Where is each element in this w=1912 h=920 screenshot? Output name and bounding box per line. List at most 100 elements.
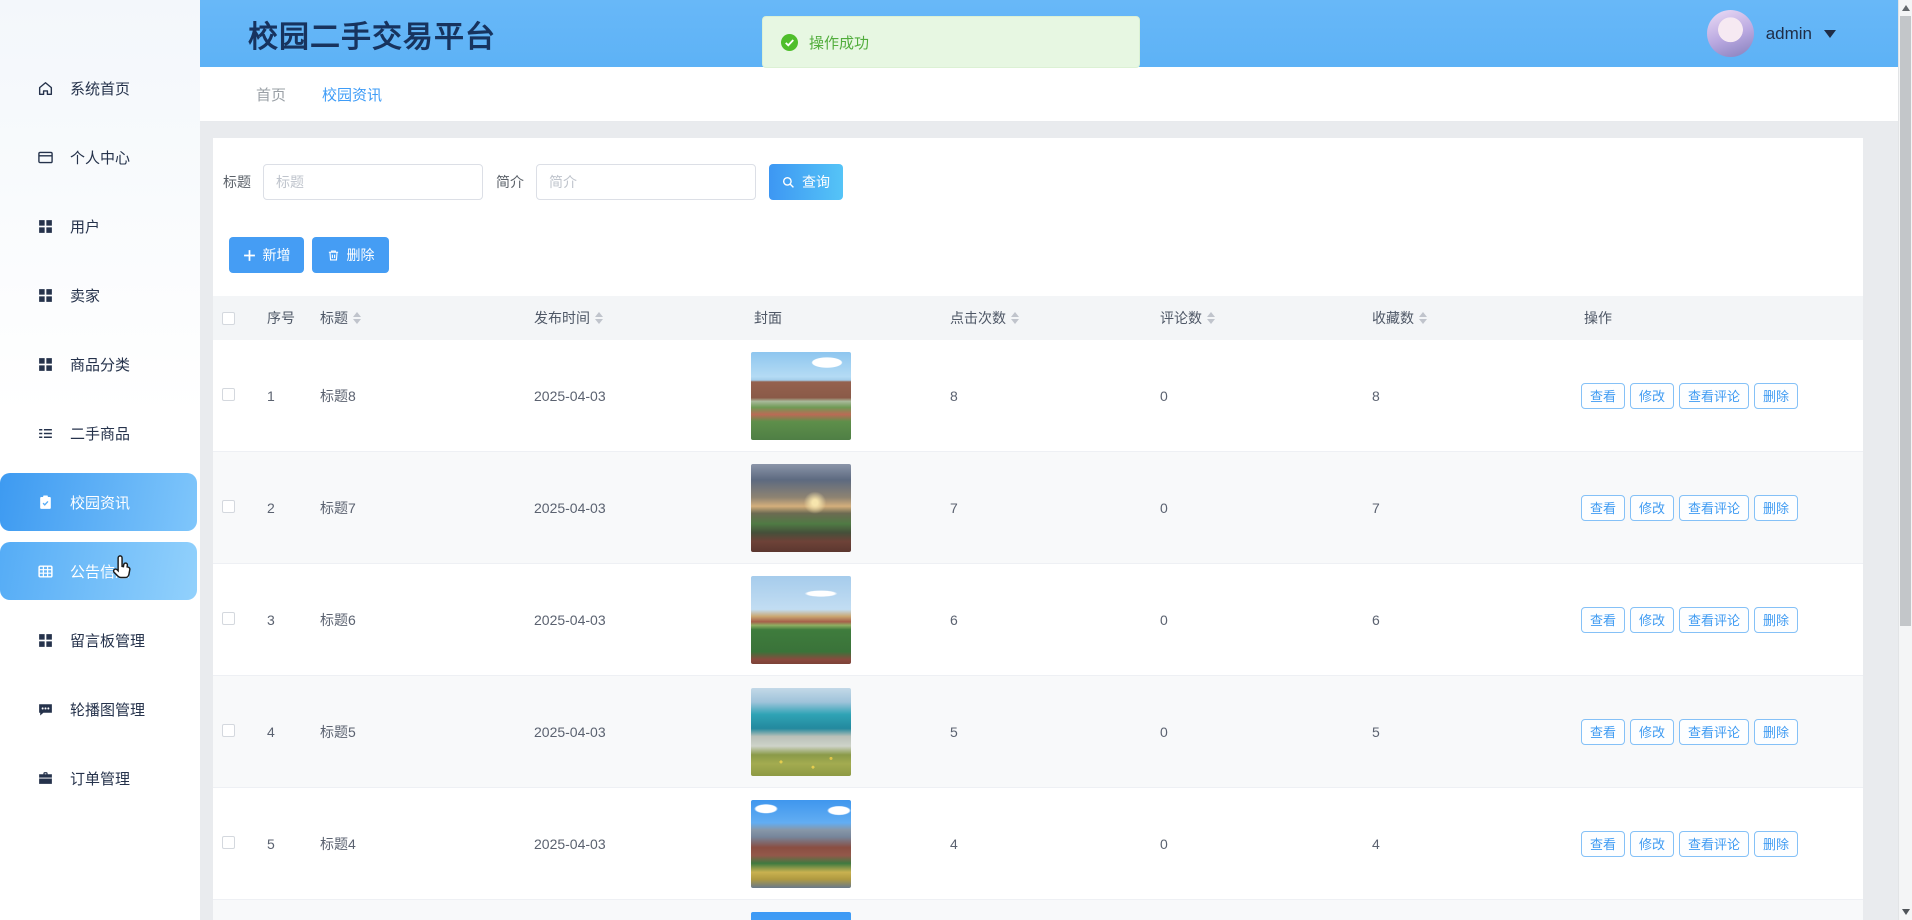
sidebar-item-label: 留言板管理 [70, 630, 145, 651]
view-button[interactable]: 查看 [1581, 719, 1625, 745]
sort-toggle[interactable] [595, 312, 603, 324]
success-toast: 操作成功 [762, 16, 1140, 68]
view-comments-button[interactable]: 查看评论 [1679, 607, 1749, 633]
view-comments-button[interactable]: 查看评论 [1679, 495, 1749, 521]
column-header-title: 标题 [320, 308, 348, 328]
view-comments-button[interactable]: 查看评论 [1679, 383, 1749, 409]
add-button-label: 新增 [263, 245, 291, 265]
delete-button[interactable]: 删除 [312, 237, 389, 273]
delete-row-button[interactable]: 删除 [1754, 831, 1798, 857]
sidebar-item-label: 商品分类 [70, 354, 130, 375]
view-comments-button[interactable]: 查看评论 [1679, 719, 1749, 745]
title-field-label: 标题 [223, 172, 251, 192]
cell-clicks: 7 [947, 500, 1157, 516]
cell-title: 标题4 [317, 834, 531, 854]
sidebar-item-label: 订单管理 [70, 768, 130, 789]
sidebar-item-product-category[interactable]: 商品分类 [0, 335, 197, 393]
cell-favorites: 5 [1369, 724, 1581, 740]
sidebar-item-secondhand-goods[interactable]: 二手商品 [0, 404, 197, 462]
sidebar-item-carousel-management[interactable]: 轮播图管理 [0, 680, 197, 738]
sidebar-item-message-board[interactable]: 留言板管理 [0, 611, 197, 669]
view-button[interactable]: 查看 [1581, 383, 1625, 409]
cell-index: 2 [257, 500, 317, 516]
sidebar-item-order-management[interactable]: 订单管理 [0, 749, 197, 807]
cell-title: 标题8 [317, 386, 531, 406]
cell-index: 5 [257, 836, 317, 852]
column-header-actions: 操作 [1581, 308, 1855, 328]
row-checkbox[interactable] [222, 388, 235, 401]
list-icon [37, 425, 54, 442]
briefcase-icon [37, 770, 54, 787]
scroll-up-arrow-icon[interactable] [1902, 5, 1910, 11]
delete-row-button[interactable]: 删除 [1754, 495, 1798, 521]
sort-toggle[interactable] [353, 312, 361, 324]
sidebar-item-personal-center[interactable]: 个人中心 [0, 128, 197, 186]
intro-field-label: 简介 [496, 172, 524, 192]
cover-image [751, 912, 851, 920]
table-toolbar: 新增 删除 [229, 237, 389, 273]
column-header-index: 序号 [257, 308, 317, 328]
grid-icon [37, 632, 54, 649]
cell-favorites: 6 [1369, 612, 1581, 628]
column-header-date: 发布时间 [534, 308, 590, 328]
sort-toggle[interactable] [1207, 312, 1215, 324]
cell-comments: 0 [1157, 500, 1369, 516]
sidebar-item-sellers[interactable]: 卖家 [0, 266, 197, 324]
sort-toggle[interactable] [1419, 312, 1427, 324]
clipboard-icon [37, 494, 54, 511]
delete-row-button[interactable]: 删除 [1754, 383, 1798, 409]
row-checkbox[interactable] [222, 612, 235, 625]
sidebar-item-system-home[interactable]: 系统首页 [0, 59, 197, 117]
view-button[interactable]: 查看 [1581, 495, 1625, 521]
title-search-input[interactable] [263, 164, 483, 200]
cell-date: 2025-04-03 [531, 836, 751, 852]
scrollbar-thumb[interactable] [1900, 16, 1911, 626]
intro-search-input[interactable] [536, 164, 756, 200]
delete-row-button[interactable]: 删除 [1754, 607, 1798, 633]
user-menu[interactable]: admin [1707, 0, 1836, 67]
delete-row-button[interactable]: 删除 [1754, 719, 1798, 745]
column-header-favorites: 收藏数 [1372, 308, 1414, 328]
edit-button[interactable]: 修改 [1630, 719, 1674, 745]
edit-button[interactable]: 修改 [1630, 607, 1674, 633]
tab-campus-news[interactable]: 校园资讯 [322, 84, 382, 105]
query-button[interactable]: 查询 [769, 164, 843, 200]
scroll-down-arrow-icon[interactable] [1902, 909, 1910, 915]
add-button[interactable]: 新增 [229, 237, 304, 273]
sidebar: 系统首页 个人中心 用户 卖家 商品分类 二手商品 校园资讯 公告信息 留言板管… [0, 0, 200, 920]
sidebar-item-users[interactable]: 用户 [0, 197, 197, 255]
username-label: admin [1766, 24, 1812, 44]
row-checkbox[interactable] [222, 836, 235, 849]
search-icon [782, 176, 795, 189]
sidebar-item-label: 校园资讯 [70, 492, 130, 513]
trash-icon [327, 249, 340, 262]
sidebar-item-campus-news[interactable]: 校园资讯 [0, 473, 197, 531]
search-form: 标题 简介 查询 [223, 164, 843, 200]
table-row: 3 标题6 2025-04-03 6 0 6 查看 修改 查看评论 删除 [213, 564, 1863, 676]
chevron-down-icon[interactable] [1824, 30, 1836, 38]
cover-image [751, 464, 851, 552]
tab-home[interactable]: 首页 [256, 84, 286, 105]
edit-button[interactable]: 修改 [1630, 383, 1674, 409]
view-comments-button[interactable]: 查看评论 [1679, 831, 1749, 857]
column-header-comments: 评论数 [1160, 308, 1202, 328]
select-all-checkbox[interactable] [222, 312, 235, 325]
row-checkbox[interactable] [222, 724, 235, 737]
cell-favorites: 4 [1369, 836, 1581, 852]
edit-button[interactable]: 修改 [1630, 831, 1674, 857]
cover-image [751, 352, 851, 440]
view-button[interactable]: 查看 [1581, 607, 1625, 633]
vertical-scrollbar[interactable] [1898, 0, 1912, 920]
user-avatar[interactable] [1707, 10, 1754, 57]
cell-clicks: 8 [947, 388, 1157, 404]
cover-image [751, 800, 851, 888]
cell-favorites: 7 [1369, 500, 1581, 516]
success-check-icon [781, 34, 798, 51]
delete-button-label: 删除 [347, 245, 375, 265]
cell-title: 标题7 [317, 498, 531, 518]
row-checkbox[interactable] [222, 500, 235, 513]
sort-toggle[interactable] [1011, 312, 1019, 324]
edit-button[interactable]: 修改 [1630, 495, 1674, 521]
view-button[interactable]: 查看 [1581, 831, 1625, 857]
sidebar-item-announcements[interactable]: 公告信息 [0, 542, 197, 600]
